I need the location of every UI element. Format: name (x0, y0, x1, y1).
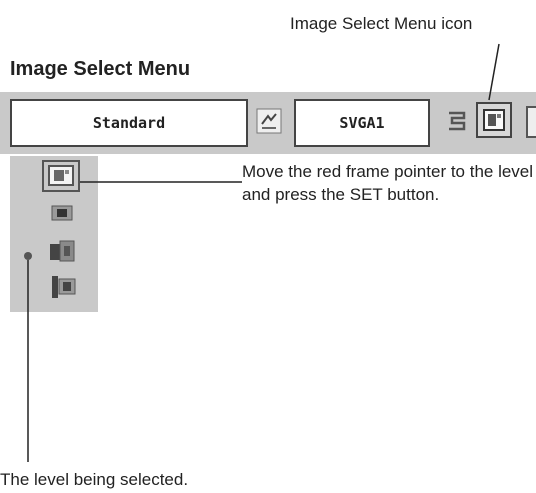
menu-icon-leader-line (488, 43, 500, 101)
callout-leader-lines (27, 43, 500, 462)
